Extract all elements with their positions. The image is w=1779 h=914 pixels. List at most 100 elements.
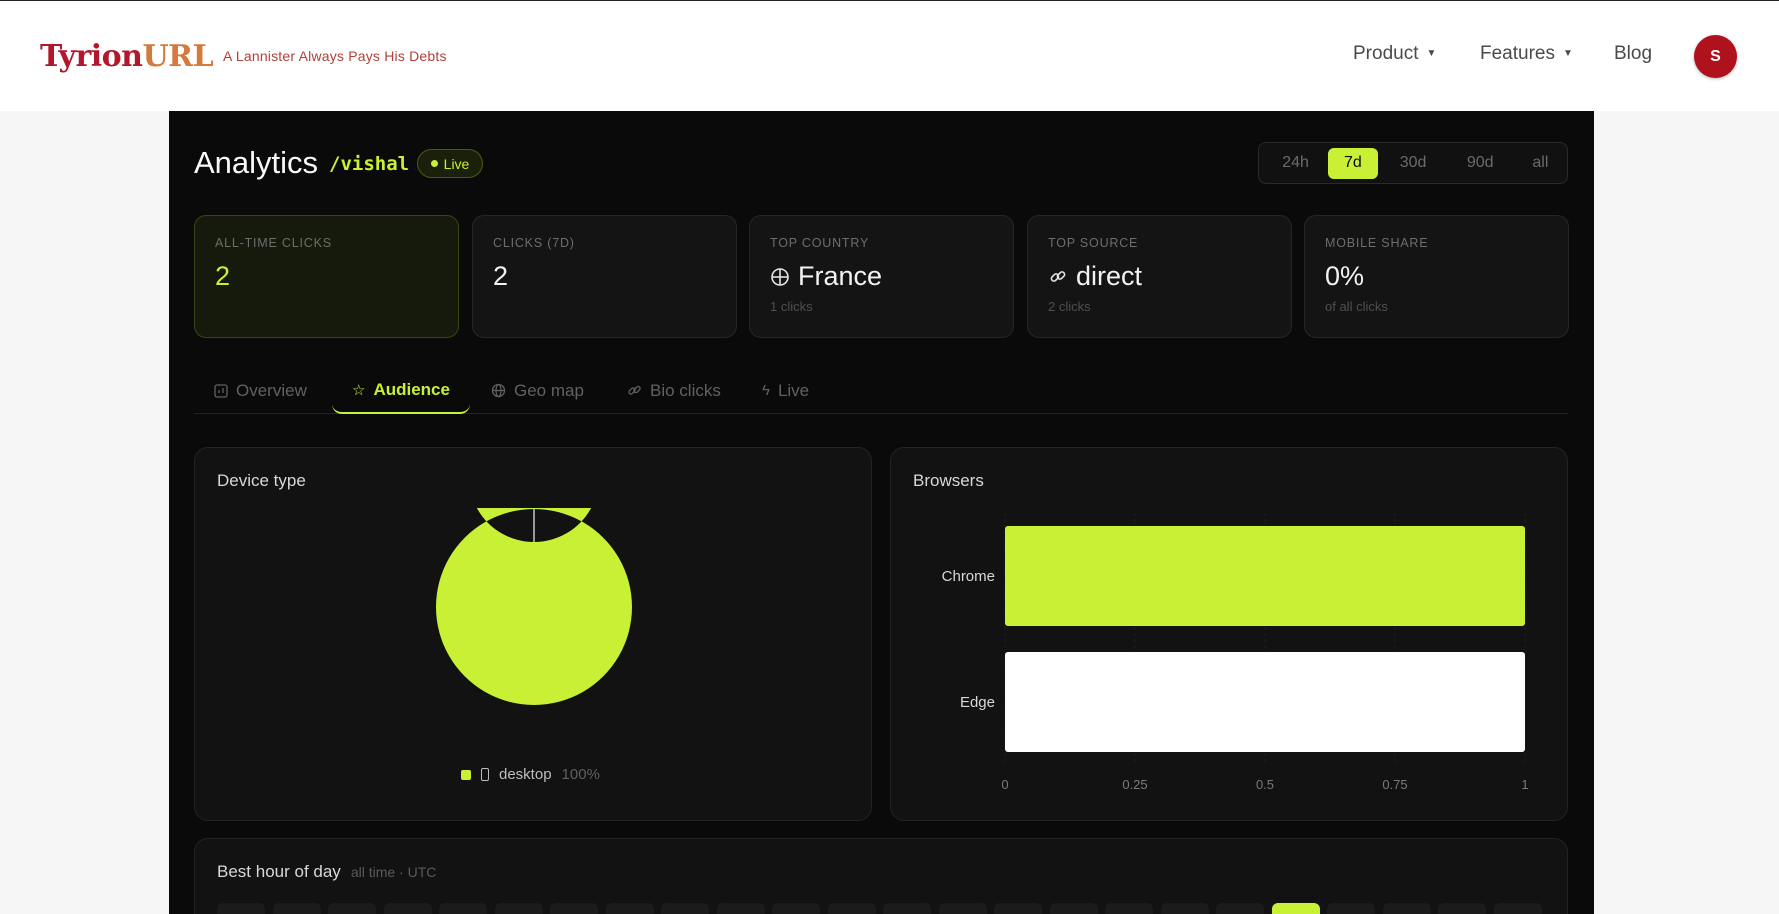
tab-label: Overview bbox=[236, 380, 307, 400]
stat-value: direct bbox=[1076, 261, 1143, 291]
hour-cell[interactable] bbox=[328, 903, 376, 914]
hour-cell[interactable] bbox=[383, 903, 432, 914]
legend-swatch bbox=[461, 769, 471, 780]
legend-label: desktop bbox=[499, 766, 552, 783]
hour-cell[interactable] bbox=[1216, 903, 1264, 914]
hour-cell[interactable] bbox=[1382, 903, 1431, 914]
live-dot-icon bbox=[430, 160, 438, 167]
stat-sub: 2 clicks bbox=[1048, 299, 1091, 314]
caret-down-icon: ▼ bbox=[1426, 48, 1437, 59]
hour-cell[interactable] bbox=[1105, 903, 1153, 914]
stat-label: TOP COUNTRY bbox=[770, 236, 870, 250]
hour-cell[interactable] bbox=[550, 903, 598, 914]
logo-part1: Tyrion bbox=[40, 39, 143, 74]
hour-cell[interactable] bbox=[772, 903, 820, 914]
range-all[interactable]: all bbox=[1514, 148, 1567, 179]
range-30d[interactable]: 30d bbox=[1380, 148, 1447, 179]
stat-sub: 1 clicks bbox=[770, 299, 813, 314]
stat-value: 2 bbox=[215, 261, 231, 291]
hour-cell[interactable] bbox=[272, 903, 321, 914]
range-24h[interactable]: 24h bbox=[1265, 148, 1326, 179]
logo-part2: URL bbox=[142, 39, 214, 74]
stat-value: 2 bbox=[493, 261, 509, 291]
device-legend: desktop 100% bbox=[461, 766, 600, 783]
stat-value-row: direct bbox=[1048, 261, 1271, 292]
hour-cell[interactable] bbox=[1049, 903, 1098, 914]
tab-geo-map[interactable]: Geo map bbox=[471, 367, 604, 414]
hour-cell[interactable] bbox=[217, 903, 265, 914]
tagline: A Lannister Always Pays His Debts bbox=[223, 48, 447, 64]
tab-audience[interactable]: ☆ Audience bbox=[332, 367, 470, 414]
user-avatar[interactable]: S bbox=[1694, 35, 1737, 78]
star-icon: ☆ bbox=[352, 381, 366, 399]
hour-cell[interactable] bbox=[661, 903, 709, 914]
live-badge-label: Live bbox=[443, 155, 470, 172]
caret-down-icon: ▼ bbox=[1562, 48, 1573, 59]
hour-cell[interactable] bbox=[1493, 903, 1542, 914]
nav-blog[interactable]: Blog bbox=[1614, 43, 1652, 65]
stat-value: 0% bbox=[1325, 261, 1365, 291]
x-tick-label: 0.75 bbox=[1382, 777, 1407, 792]
bar-edge[interactable] bbox=[1005, 652, 1525, 752]
stat-label: ALL-TIME CLICKS bbox=[215, 236, 332, 250]
hour-cell[interactable] bbox=[1160, 903, 1209, 914]
tab-overview[interactable]: Overview bbox=[194, 367, 327, 414]
hour-cell[interactable] bbox=[716, 903, 765, 914]
stat-card-top-source: TOP SOURCE direct 2 clicks bbox=[1027, 215, 1292, 338]
stat-card-mobile-share: MOBILE SHARE 0% of all clicks bbox=[1304, 215, 1569, 338]
device-type-panel: Device type desktop 100% bbox=[194, 447, 872, 821]
time-range-selector: 24h 7d 30d 90d all bbox=[1258, 142, 1568, 184]
tab-label: Audience bbox=[373, 379, 450, 399]
nav-features-label: Features bbox=[1480, 43, 1555, 64]
legend-percent: 100% bbox=[561, 766, 600, 783]
hour-cell[interactable] bbox=[494, 903, 543, 914]
tab-label: Bio clicks bbox=[650, 380, 721, 400]
tab-label: Live bbox=[777, 380, 810, 400]
lightning-icon: ϟ bbox=[762, 382, 770, 399]
hour-cell[interactable] bbox=[605, 903, 654, 914]
x-tick-label: 1 bbox=[1521, 777, 1528, 792]
best-hour-subtitle: all time · UTC bbox=[350, 864, 437, 880]
logo[interactable]: TyrionURL bbox=[40, 37, 214, 77]
stat-label: TOP SOURCE bbox=[1048, 236, 1139, 250]
hour-cell[interactable] bbox=[994, 903, 1042, 914]
stat-label: MOBILE SHARE bbox=[1325, 236, 1429, 250]
link-slug: /vishal bbox=[329, 153, 410, 175]
best-hour-panel: Best hour of day all time · UTC bbox=[194, 838, 1568, 914]
live-badge: Live bbox=[417, 149, 483, 178]
bar-chrome[interactable] bbox=[1005, 526, 1525, 626]
tab-label: Geo map bbox=[514, 380, 584, 400]
x-tick-label: 0.5 bbox=[1256, 777, 1274, 792]
stat-sub: of all clicks bbox=[1325, 299, 1388, 314]
chart-icon bbox=[214, 383, 228, 398]
panel-title: Device type bbox=[217, 471, 306, 490]
hour-cell[interactable] bbox=[938, 903, 987, 914]
y-category-label: Edge bbox=[960, 694, 995, 711]
x-tick-label: 0.25 bbox=[1122, 777, 1147, 792]
hour-cell[interactable] bbox=[1327, 903, 1375, 914]
range-7d[interactable]: 7d bbox=[1328, 147, 1378, 179]
stat-label: CLICKS (7D) bbox=[493, 236, 575, 250]
hour-cell[interactable] bbox=[827, 903, 876, 914]
desktop-icon bbox=[481, 768, 489, 781]
stat-value: France bbox=[798, 261, 883, 291]
nav-features[interactable]: Features ▼ bbox=[1480, 43, 1573, 65]
x-tick-label: 0 bbox=[1001, 777, 1008, 792]
hour-cell[interactable] bbox=[439, 903, 487, 914]
globe-icon bbox=[771, 267, 789, 286]
tab-live[interactable]: ϟ Live bbox=[742, 367, 829, 414]
hour-cell[interactable] bbox=[883, 903, 931, 914]
stat-card-top-country: TOP COUNTRY France 1 clicks bbox=[749, 215, 1014, 338]
hour-cell[interactable] bbox=[1271, 903, 1320, 914]
hour-cell[interactable] bbox=[1438, 903, 1486, 914]
range-90d[interactable]: 90d bbox=[1449, 148, 1512, 179]
analytics-tabs: Overview ☆ Audience Geo map Bio clicks ϟ… bbox=[194, 367, 1568, 414]
tab-bio-clicks[interactable]: Bio clicks bbox=[607, 367, 741, 414]
analytics-dashboard: Analytics /vishal Live 24h 7d 30d 90d al… bbox=[169, 111, 1594, 914]
device-donut-chart bbox=[436, 508, 632, 705]
nav-product-label: Product bbox=[1353, 43, 1419, 64]
browsers-panel: Browsers 0 0.25 0.5 0.75 1 Chrome Edge bbox=[890, 447, 1568, 821]
stat-value-row: France bbox=[770, 261, 993, 292]
panel-title: Best hour of day all time · UTC bbox=[217, 862, 436, 882]
nav-product[interactable]: Product ▼ bbox=[1353, 43, 1436, 65]
